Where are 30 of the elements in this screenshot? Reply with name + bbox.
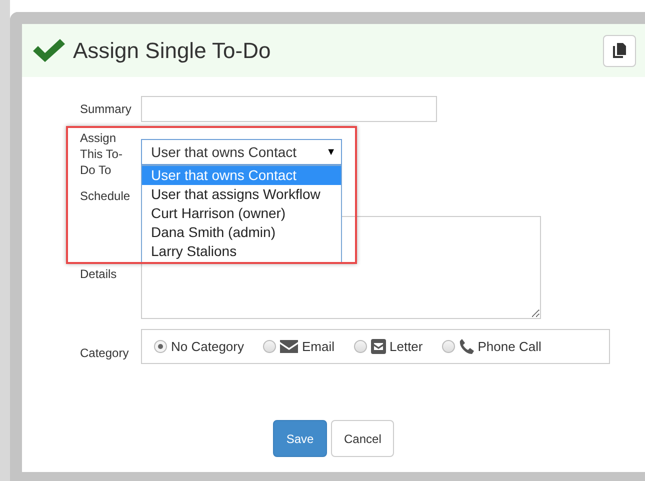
radio-button[interactable]: [442, 340, 455, 353]
envelope-icon: [280, 340, 298, 353]
radio-button[interactable]: [154, 340, 167, 353]
assign-dropdown[interactable]: User that owns Contact ▼: [141, 139, 342, 165]
dropdown-option[interactable]: Larry Stalions: [142, 242, 341, 261]
copy-icon: [613, 43, 626, 58]
radio-label: Letter: [390, 339, 423, 354]
checkmark-icon: [33, 39, 65, 62]
field-label: Schedule: [80, 188, 132, 204]
radio-label: No Category: [171, 339, 244, 354]
dropdown-arrow: ▼: [326, 146, 336, 158]
radio-label: Email: [302, 339, 334, 354]
dialog-title: Assign Single To-Do: [73, 38, 272, 64]
dropdown-option[interactable]: User that assigns Workflow: [142, 185, 341, 204]
copy-button[interactable]: [603, 34, 636, 66]
field-label: Assign This To-Do To: [80, 130, 124, 178]
cancel-button[interactable]: Cancel: [331, 420, 394, 457]
summary-field[interactable]: [141, 96, 437, 122]
save-button[interactable]: Save: [273, 420, 327, 457]
field-label: Summary: [80, 101, 132, 117]
selected-value: User that owns Contact: [151, 144, 297, 160]
phone-icon: [458, 338, 474, 354]
envelope-icon: [370, 339, 386, 354]
radio-label: Phone Call: [478, 339, 542, 354]
dropdown-option[interactable]: Curt Harrison (owner): [142, 204, 341, 223]
radio-button[interactable]: [354, 340, 366, 353]
field-label: Category: [80, 345, 130, 361]
field-label: Details: [80, 266, 117, 282]
radio-button[interactable]: [262, 340, 276, 353]
dropdown-option[interactable]: Dana Smith (admin): [142, 223, 341, 242]
